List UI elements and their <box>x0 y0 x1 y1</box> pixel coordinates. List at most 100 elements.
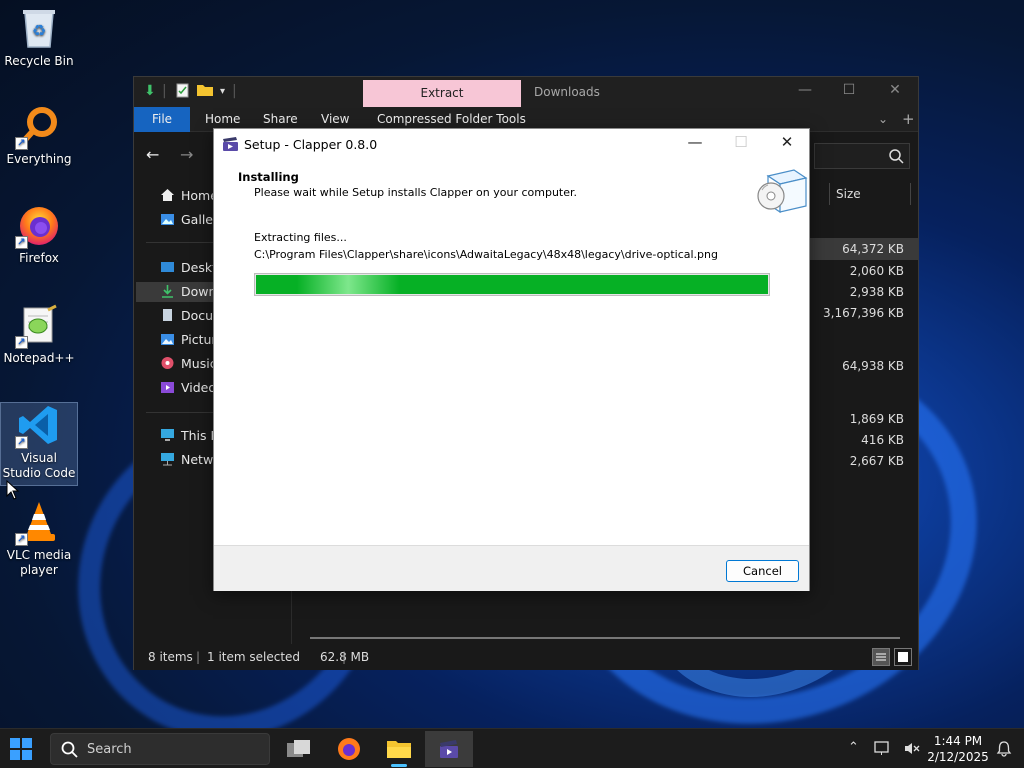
firefox-icon: ↗ <box>15 203 61 249</box>
mouse-cursor-icon <box>6 480 20 500</box>
desktop-icon-label: Everything <box>6 152 72 166</box>
ribbon-expand-icon[interactable]: ⌄ <box>878 107 888 132</box>
column-header-size[interactable]: Size <box>836 187 861 201</box>
horizontal-scrollbar[interactable] <box>310 637 900 639</box>
properties-icon[interactable] <box>176 83 189 102</box>
extract-contextual-tab[interactable]: Extract <box>363 80 521 107</box>
search-icon <box>61 741 78 758</box>
explorer-titlebar: ⬇ | ▾ | Extract Downloads — ☐ ✕ <box>134 77 918 107</box>
desktop-icon-label: Notepad++ <box>3 351 75 365</box>
tab-file[interactable]: File <box>134 107 190 132</box>
vlc-cone-icon: ↗ <box>15 500 61 546</box>
downloads-icon <box>160 284 176 298</box>
page-subheading: Please wait while Setup installs Clapper… <box>254 186 578 199</box>
column-divider <box>910 183 911 205</box>
status-divider: | <box>196 650 201 664</box>
firefox-icon <box>338 738 360 760</box>
clock-time: 1:44 PM <box>933 734 983 748</box>
notepadpp-icon: ↗ <box>15 303 61 349</box>
task-view-button[interactable] <box>275 731 323 767</box>
desktop-icon-vlc[interactable]: ↗ VLC media player <box>0 500 78 578</box>
download-icon[interactable]: ⬇ <box>144 83 156 99</box>
computer-icon <box>160 428 176 442</box>
separator-icon: | <box>162 83 167 99</box>
windows-start-icon[interactable] <box>10 738 32 760</box>
details-view-icon <box>876 653 886 661</box>
desktop-icon-label: Firefox <box>19 251 59 265</box>
status-item-count: 8 items <box>148 650 193 664</box>
taskbar-firefox[interactable] <box>325 731 373 767</box>
pictures-icon <box>160 332 176 346</box>
desktop-folder-icon <box>160 260 176 274</box>
file-size-cell[interactable]: 3,167,396 KB <box>823 306 904 320</box>
install-box-icon <box>757 169 808 214</box>
desktop-icon-label: Recycle Bin <box>4 54 74 68</box>
search-input[interactable] <box>814 143 910 169</box>
large-icons-view-button[interactable] <box>894 648 912 666</box>
network-icon[interactable] <box>874 741 891 756</box>
install-progress-bar <box>254 273 770 296</box>
vscode-icon: ↗ <box>15 403 61 449</box>
file-size-cell[interactable]: 64,938 KB <box>842 359 904 373</box>
maximize-icon: ☐ <box>734 133 748 151</box>
desktop-icon-firefox[interactable]: ↗ Firefox <box>0 203 78 266</box>
network-icon <box>160 452 176 466</box>
file-size-cell[interactable]: 1,869 KB <box>850 412 904 426</box>
close-icon[interactable]: ✕ <box>764 133 810 151</box>
details-view-button[interactable] <box>872 648 890 666</box>
search-icon <box>889 149 904 164</box>
recycle-bin-icon: ♻ <box>17 6 61 50</box>
desktop-icon-vscode[interactable]: ↗ Visual Studio Code <box>0 402 78 486</box>
system-clock[interactable]: 1:44 PM 2/12/2025 <box>926 733 990 765</box>
volume-muted-icon[interactable] <box>903 741 920 756</box>
taskbar-search-box[interactable]: Search <box>50 733 270 765</box>
page-heading: Installing <box>238 170 299 184</box>
column-divider <box>829 183 830 205</box>
desktop-icon-notepadpp[interactable]: ↗ Notepad++ <box>0 303 78 366</box>
taskbar-search-label: Search <box>87 742 132 757</box>
videos-icon <box>160 380 176 394</box>
file-size-cell[interactable]: 2,667 KB <box>850 454 904 468</box>
back-arrow-icon[interactable]: ← <box>146 145 159 164</box>
clock-date: 2/12/2025 <box>927 750 989 764</box>
gallery-icon <box>160 212 176 226</box>
shortcut-arrow-icon: ↗ <box>15 533 28 546</box>
taskbar: Search ⌃ 1:44 PM 2/12/2025 <box>0 728 1024 768</box>
sidebar-item-home[interactable]: Home <box>160 186 218 206</box>
status-label: Extracting files... <box>254 231 347 244</box>
window-title: Downloads <box>534 85 600 99</box>
notification-bell-icon[interactable] <box>996 740 1012 757</box>
desktop-icon-label: Visual Studio Code <box>2 451 76 480</box>
cancel-button[interactable]: Cancel <box>726 560 799 582</box>
file-size-cell[interactable]: 64,372 KB <box>842 242 904 256</box>
taskbar-clapper-setup[interactable] <box>425 731 473 767</box>
file-size-cell[interactable]: 2,060 KB <box>850 264 904 278</box>
maximize-icon[interactable]: ☐ <box>826 82 872 98</box>
setup-page: Installing Please wait while Setup insta… <box>214 160 809 545</box>
minimize-icon[interactable]: — <box>782 82 828 98</box>
desktop-icon-everything[interactable]: ↗ Everything <box>0 104 78 167</box>
forward-arrow-icon[interactable]: → <box>180 145 193 164</box>
shortcut-arrow-icon: ↗ <box>15 137 28 150</box>
file-size-cell[interactable]: 416 KB <box>861 433 904 447</box>
home-icon <box>160 188 176 202</box>
tray-overflow-chevron-icon[interactable]: ⌃ <box>848 740 859 755</box>
sidebar-item-music[interactable]: Music <box>160 354 217 374</box>
close-icon[interactable]: ✕ <box>872 82 918 98</box>
desktop-icon-recycle-bin[interactable]: ♻ Recycle Bin <box>0 6 78 69</box>
new-folder-icon[interactable] <box>196 83 214 101</box>
status-bar: 8 items | 1 item selected 62.8 MB | <box>134 644 918 670</box>
customize-qat-icon[interactable]: ▾ <box>220 86 225 97</box>
progress-fill <box>256 275 768 294</box>
current-file-path: C:\Program Files\Clapper\share\icons\Adw… <box>254 248 718 261</box>
status-divider: | <box>342 650 347 664</box>
file-size-cell[interactable]: 2,938 KB <box>850 285 904 299</box>
svg-text:♻: ♻ <box>32 21 46 40</box>
new-tab-icon[interactable]: + <box>902 107 915 132</box>
setup-window-title: Setup - Clapper 0.8.0 <box>244 137 378 152</box>
taskbar-file-explorer[interactable] <box>375 731 423 767</box>
status-selection: 1 item selected <box>207 650 301 664</box>
sidebar-item-label: Music <box>181 356 217 371</box>
minimize-icon[interactable]: — <box>672 133 718 151</box>
desktop-icon-label: VLC media player <box>6 548 72 577</box>
